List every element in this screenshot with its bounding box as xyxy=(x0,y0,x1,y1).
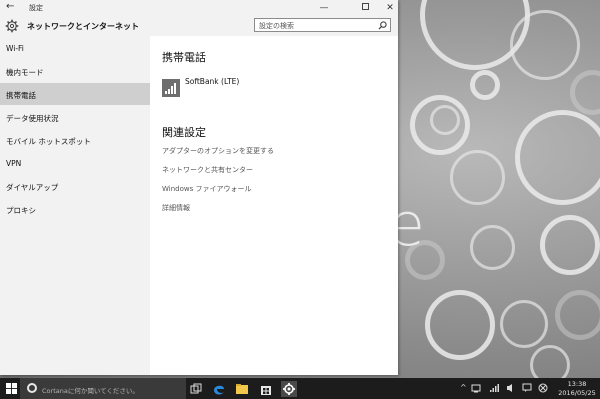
bg-ring xyxy=(450,150,505,205)
link-windows-firewall[interactable]: Windows ファイアウォール xyxy=(162,184,251,194)
bg-ring xyxy=(510,10,580,80)
bg-ring xyxy=(470,70,500,100)
settings-app-icon[interactable] xyxy=(281,381,297,397)
bg-ring xyxy=(540,215,600,275)
gear-icon xyxy=(5,19,19,33)
sidebar-item-label: モバイル ホットスポット xyxy=(6,137,91,146)
section-title: 携帯電話 xyxy=(162,51,206,64)
bg-ring xyxy=(500,300,548,348)
page-title: ネットワークとインターネット xyxy=(27,22,139,31)
sidebar-item-airplane-mode[interactable]: 機内モード xyxy=(0,60,150,82)
sidebar-item-label: 機内モード xyxy=(6,68,44,77)
volume-icon[interactable] xyxy=(505,382,517,394)
bg-ring xyxy=(515,110,600,205)
taskbar: Cortanaに何か聞いてください。 ^ 13:38 2016/05/25 xyxy=(0,378,600,399)
cellular-signal-icon[interactable] xyxy=(162,79,180,97)
file-explorer-icon[interactable] xyxy=(234,381,250,397)
close-button[interactable]: ✕ xyxy=(378,1,402,15)
sidebar-item-mobile-hotspot[interactable]: モバイル ホットスポット xyxy=(0,129,150,151)
bg-ring xyxy=(470,225,515,270)
sidebar-item-label: プロキシ xyxy=(6,206,36,215)
notification-icon[interactable] xyxy=(521,382,533,394)
window-title: 設定 xyxy=(29,4,43,12)
edge-browser-icon[interactable] xyxy=(211,381,227,397)
maximize-button[interactable] xyxy=(353,1,377,15)
search-input[interactable]: 設定の検索 xyxy=(254,18,391,32)
task-view-icon[interactable] xyxy=(188,381,204,397)
search-placeholder: 設定の検索 xyxy=(259,22,294,30)
back-arrow-icon[interactable]: ← xyxy=(6,1,14,12)
sidebar-item-dial-up[interactable]: ダイヤルアップ xyxy=(0,175,150,197)
chevron-up-icon[interactable]: ^ xyxy=(460,383,467,392)
bg-ring xyxy=(570,70,600,115)
bg-ring xyxy=(425,290,495,360)
store-icon[interactable] xyxy=(258,381,274,397)
link-adapter-options[interactable]: アダプターのオプションを変更する xyxy=(162,146,274,156)
sidebar-item-data-usage[interactable]: データ使用状況 xyxy=(0,106,150,128)
settings-window: ← 設定 — ✕ ネットワークとインターネット 設定の検索 Wi-Fi 機内モー… xyxy=(0,0,398,375)
link-network-sharing-center[interactable]: ネットワークと共有センター xyxy=(162,165,253,175)
minimize-button[interactable]: — xyxy=(312,1,336,15)
signal-tray-icon[interactable] xyxy=(488,382,500,394)
link-more-info[interactable]: 詳細情報 xyxy=(162,203,190,213)
clock[interactable]: 13:38 2016/05/25 xyxy=(554,380,600,398)
search-icon[interactable] xyxy=(378,21,387,30)
sidebar-item-label: Wi-Fi xyxy=(6,44,24,53)
network-name[interactable]: SoftBank (LTE) xyxy=(185,77,239,86)
sidebar-item-vpn[interactable]: VPN xyxy=(0,152,150,174)
sidebar-item-proxy[interactable]: プロキシ xyxy=(0,198,150,220)
sidebar-item-label: ダイヤルアップ xyxy=(6,183,59,192)
bg-ring xyxy=(430,105,460,135)
windows-start-icon[interactable] xyxy=(6,383,17,394)
clock-time: 13:38 xyxy=(567,380,587,388)
network-tray-icon[interactable] xyxy=(470,382,482,394)
sidebar-item-label: VPN xyxy=(6,159,22,168)
content-pane: 携帯電話 SoftBank (LTE) 関連設定 アダプターのオプションを変更す… xyxy=(150,36,398,375)
cortana-placeholder: Cortanaに何か聞いてください。 xyxy=(42,387,139,395)
settings-header: ネットワークとインターネット 設定の検索 xyxy=(0,16,398,36)
sidebar-item-label: データ使用状況 xyxy=(6,114,59,123)
sidebar-item-label: 携帯電話 xyxy=(6,91,36,100)
cortana-icon xyxy=(27,383,37,393)
title-bar: ← 設定 — ✕ xyxy=(0,0,398,16)
sidebar: Wi-Fi 機内モード 携帯電話 データ使用状況 モバイル ホットスポット VP… xyxy=(0,36,150,375)
bg-ring xyxy=(555,290,600,340)
sidebar-item-wifi[interactable]: Wi-Fi xyxy=(0,37,150,59)
sidebar-item-cellular[interactable]: 携帯電話 xyxy=(0,83,150,105)
bg-ring xyxy=(530,345,570,378)
maximize-icon xyxy=(361,3,369,10)
language-indicator-icon[interactable] xyxy=(537,382,549,394)
cortana-search-box[interactable]: Cortanaに何か聞いてください。 xyxy=(20,378,186,399)
related-settings-title: 関連設定 xyxy=(162,126,206,139)
clock-date: 2016/05/25 xyxy=(558,389,596,397)
